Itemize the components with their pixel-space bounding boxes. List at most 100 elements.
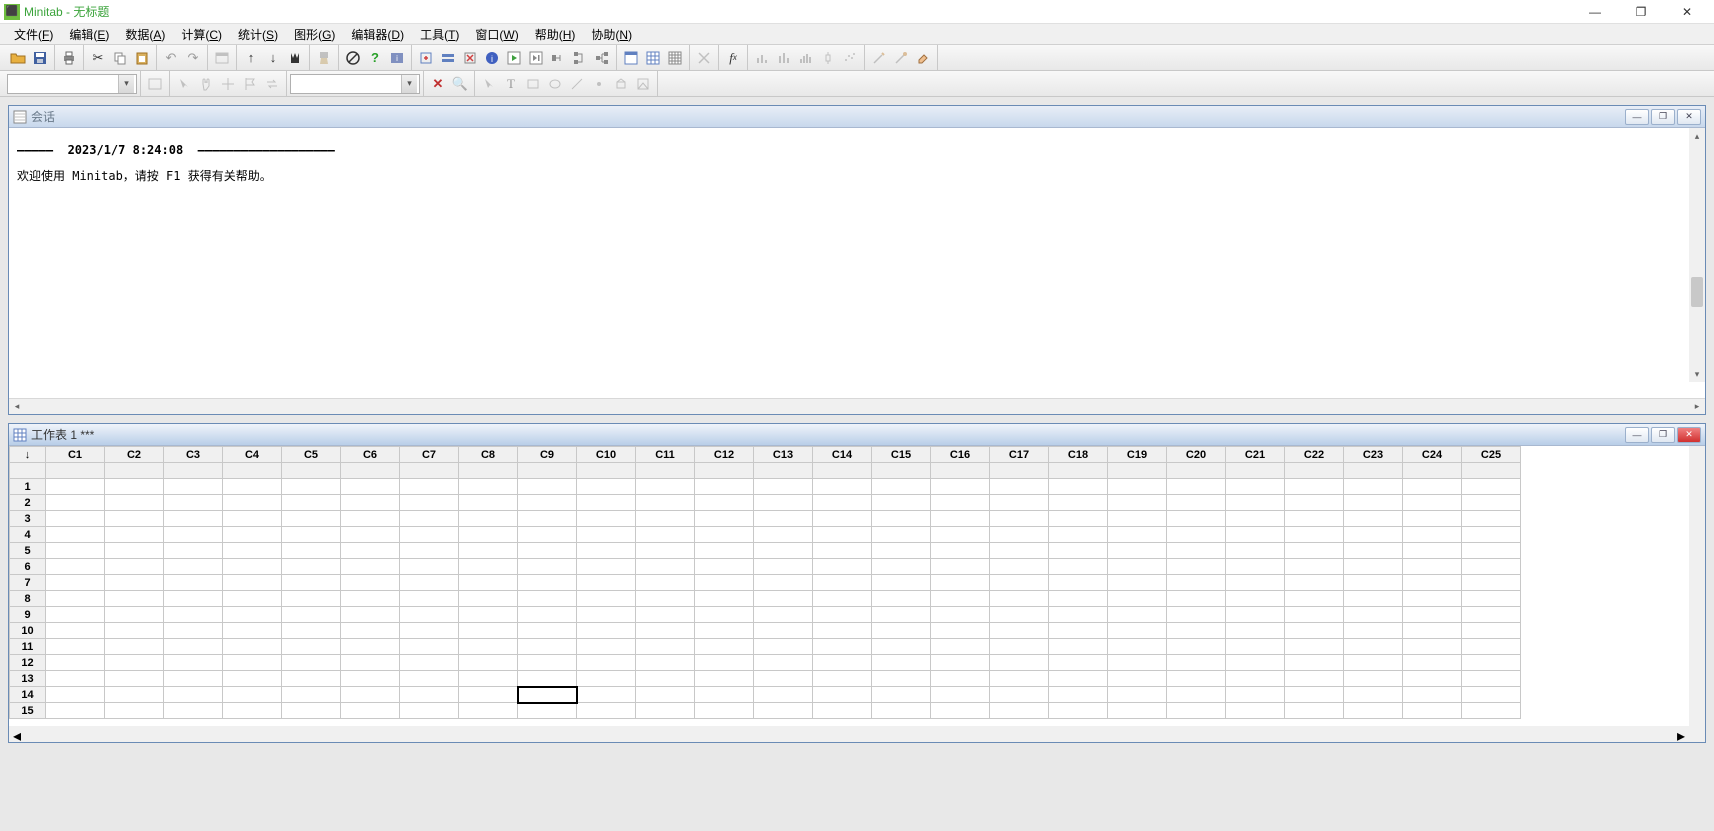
cell[interactable] [990, 607, 1049, 623]
cell[interactable] [105, 479, 164, 495]
cell[interactable] [518, 511, 577, 527]
cell[interactable] [931, 671, 990, 687]
cell[interactable] [341, 639, 400, 655]
cell[interactable] [459, 687, 518, 703]
cell[interactable] [46, 639, 105, 655]
row-header[interactable]: 6 [10, 559, 46, 575]
cell[interactable] [931, 591, 990, 607]
circle-tool-icon[interactable] [544, 73, 566, 95]
cell[interactable] [1344, 687, 1403, 703]
cell[interactable] [105, 623, 164, 639]
column-name-cell[interactable] [1049, 463, 1108, 479]
cell[interactable] [1049, 495, 1108, 511]
cell[interactable] [459, 639, 518, 655]
cell[interactable] [1108, 575, 1167, 591]
cell[interactable] [695, 511, 754, 527]
cell[interactable] [164, 543, 223, 559]
cell[interactable] [1167, 511, 1226, 527]
cell[interactable] [1344, 575, 1403, 591]
cell[interactable] [931, 511, 990, 527]
cell[interactable] [1285, 527, 1344, 543]
cell[interactable] [636, 607, 695, 623]
cell[interactable] [1403, 703, 1462, 719]
cell[interactable] [872, 655, 931, 671]
cell[interactable] [577, 495, 636, 511]
cell[interactable] [813, 671, 872, 687]
cell[interactable] [813, 607, 872, 623]
cell[interactable] [695, 495, 754, 511]
cell[interactable] [577, 639, 636, 655]
cell[interactable] [223, 479, 282, 495]
row-header[interactable]: 12 [10, 655, 46, 671]
cell[interactable] [105, 511, 164, 527]
cell[interactable] [1049, 639, 1108, 655]
cell[interactable] [754, 639, 813, 655]
cell[interactable] [400, 703, 459, 719]
cell[interactable] [636, 479, 695, 495]
column-header[interactable]: C16 [931, 447, 990, 463]
cell[interactable] [990, 479, 1049, 495]
cell[interactable] [872, 639, 931, 655]
cell[interactable] [577, 591, 636, 607]
column-header[interactable]: C17 [990, 447, 1049, 463]
cell[interactable] [223, 671, 282, 687]
cell[interactable] [1108, 591, 1167, 607]
row-header[interactable]: 11 [10, 639, 46, 655]
cell[interactable] [1108, 495, 1167, 511]
cell[interactable] [990, 527, 1049, 543]
cell[interactable] [341, 543, 400, 559]
table-grid-icon[interactable] [664, 47, 686, 69]
cell[interactable] [1403, 607, 1462, 623]
cell[interactable] [1285, 687, 1344, 703]
cell[interactable] [282, 623, 341, 639]
cell[interactable] [400, 543, 459, 559]
session-maximize-button[interactable]: ❐ [1651, 109, 1675, 125]
column-name-cell[interactable] [223, 463, 282, 479]
formula-combo[interactable]: ▾ [290, 74, 420, 94]
cell[interactable] [1049, 575, 1108, 591]
column-header[interactable]: C21 [1226, 447, 1285, 463]
cell[interactable] [164, 511, 223, 527]
chevron-down-icon[interactable]: ▾ [401, 75, 417, 93]
menu-item[interactable]: 窗口(W) [467, 24, 526, 45]
cell[interactable] [1226, 511, 1285, 527]
cell[interactable] [341, 671, 400, 687]
cell[interactable] [1049, 671, 1108, 687]
cell[interactable] [400, 495, 459, 511]
cell[interactable] [695, 527, 754, 543]
chart-bar2-icon[interactable] [773, 47, 795, 69]
column-header[interactable]: C13 [754, 447, 813, 463]
cell[interactable] [518, 559, 577, 575]
cell[interactable] [223, 703, 282, 719]
cell[interactable] [636, 655, 695, 671]
worksheet-grid[interactable]: ↓C1C2C3C4C5C6C7C8C9C10C11C12C13C14C15C16… [9, 446, 1521, 719]
cell[interactable] [1403, 623, 1462, 639]
cell[interactable] [105, 639, 164, 655]
cell[interactable] [282, 527, 341, 543]
select-icon[interactable] [478, 73, 500, 95]
cell[interactable] [813, 639, 872, 655]
cell[interactable] [1167, 639, 1226, 655]
cell[interactable] [105, 527, 164, 543]
cell[interactable] [813, 543, 872, 559]
cell[interactable] [695, 591, 754, 607]
cell[interactable] [990, 559, 1049, 575]
cell[interactable] [813, 623, 872, 639]
cell[interactable] [105, 495, 164, 511]
search-icon[interactable]: 🔍 [449, 73, 471, 95]
column-header[interactable]: C20 [1167, 447, 1226, 463]
cell[interactable] [577, 655, 636, 671]
cell[interactable] [754, 559, 813, 575]
cell[interactable] [577, 607, 636, 623]
cell[interactable] [754, 527, 813, 543]
flag-icon[interactable] [239, 73, 261, 95]
chart-bar1-icon[interactable] [751, 47, 773, 69]
cell[interactable] [105, 655, 164, 671]
cell[interactable] [341, 687, 400, 703]
cell[interactable] [872, 703, 931, 719]
cell[interactable] [1049, 687, 1108, 703]
cell[interactable] [1403, 527, 1462, 543]
worksheet-close-button[interactable]: ✕ [1677, 427, 1701, 443]
insert-row-icon[interactable] [437, 47, 459, 69]
cell[interactable] [1344, 655, 1403, 671]
